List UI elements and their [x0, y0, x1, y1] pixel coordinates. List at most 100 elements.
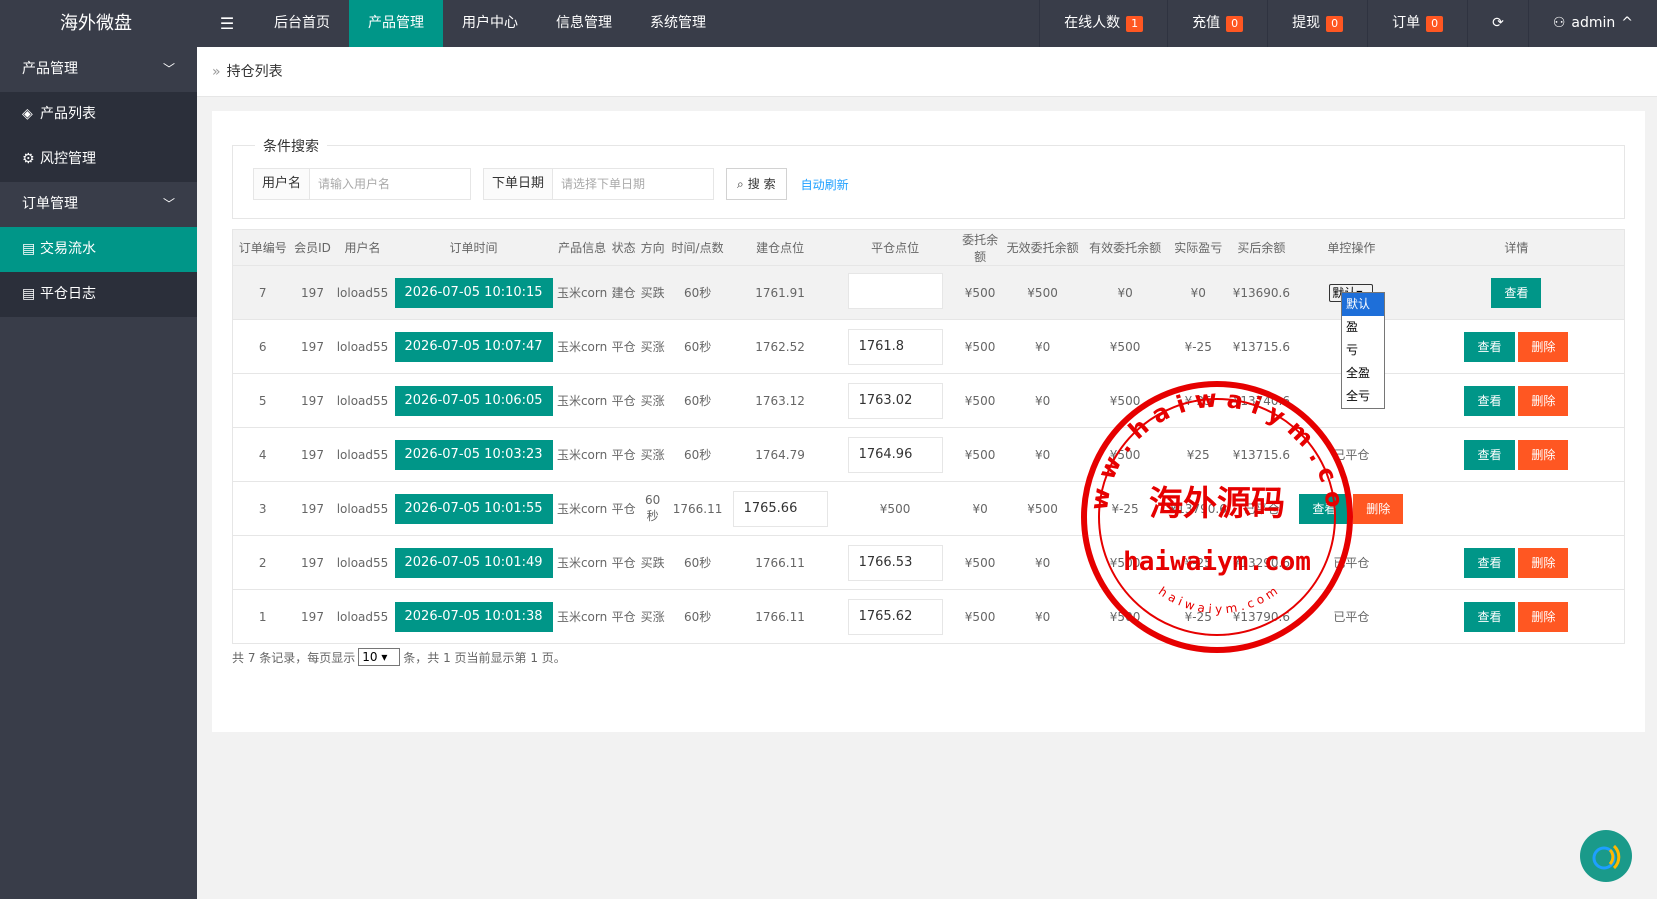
- username-input[interactable]: [310, 169, 471, 199]
- table-row: 5 197 loload55 2026-07-05 10:06:05 玉米cor…: [232, 373, 1625, 428]
- order-time-cell: 2026-07-05 10:06:05: [392, 373, 555, 428]
- entrust-balance: ¥500: [957, 535, 1003, 590]
- auto-refresh-link[interactable]: 自动刷新: [801, 176, 849, 193]
- view-button[interactable]: 查看: [1464, 439, 1515, 470]
- table-header-row: 订单编号 会员ID 用户名 订单时间 产品信息 状态 方向 时间/点数 建仓点位…: [232, 229, 1625, 266]
- dropdown-option[interactable]: 默认: [1342, 293, 1384, 316]
- col-header: 实际盈亏: [1167, 229, 1229, 266]
- close-price-cell: 1763.02: [832, 373, 958, 428]
- order-time-badge: 2026-07-05 10:10:15: [394, 277, 553, 308]
- table-row: 2 197 loload55 2026-07-05 10:01:49 玉米cor…: [232, 535, 1625, 590]
- member-id: 197: [292, 535, 333, 590]
- user-menu[interactable]: ⚇ admin ^: [1527, 0, 1657, 47]
- close-price-cell: [832, 265, 958, 320]
- sidebar-item-risk-control[interactable]: ⚙ 风控管理: [0, 137, 197, 182]
- withdraw-label: 提现: [1292, 15, 1321, 31]
- view-button[interactable]: 查看: [1464, 331, 1515, 362]
- sidebar-item-close-log[interactable]: ▤ 平仓日志: [0, 272, 197, 317]
- sidebar-item-trade-flow[interactable]: ▤ 交易流水: [0, 227, 197, 272]
- control-cell: 已平仓: [1293, 589, 1409, 644]
- main-card: 条件搜索 用户名 下单日期 ⌕ 搜 索 自动刷新 订单编号 会员ID 用户名 订…: [212, 111, 1645, 732]
- col-header: 产品信息: [554, 229, 610, 266]
- order-link[interactable]: 订单 0: [1367, 0, 1467, 47]
- detail-cell: 查看 删除: [1408, 427, 1625, 482]
- product-info: 玉米corn: [554, 481, 610, 536]
- top-nav-item-system[interactable]: 系统管理: [631, 0, 725, 47]
- view-button[interactable]: 查看: [1464, 385, 1515, 416]
- order-date-input[interactable]: [553, 169, 714, 199]
- close-price-input[interactable]: [847, 273, 943, 309]
- view-button[interactable]: 查看: [1299, 493, 1350, 524]
- actual-pnl: ¥-25: [1167, 373, 1229, 428]
- close-price-input[interactable]: 1761.8: [847, 328, 943, 365]
- refresh-icon[interactable]: ⟳: [1467, 0, 1528, 47]
- top-nav-item-info[interactable]: 信息管理: [537, 0, 631, 47]
- table-row: 6 197 loload55 2026-07-05 10:07:47 玉米cor…: [232, 319, 1625, 374]
- col-header: 用户名: [332, 229, 393, 266]
- dropdown-option[interactable]: 全盈: [1342, 362, 1384, 385]
- entrust-balance: ¥500: [957, 319, 1003, 374]
- sidebar-group-label: 产品管理: [22, 61, 78, 77]
- col-header: 有效委托余额: [1082, 229, 1168, 266]
- page-size-select[interactable]: 10 ▾: [358, 648, 401, 666]
- detail-cell: 查看 删除: [1408, 589, 1625, 644]
- col-header: 方向: [637, 229, 668, 266]
- direction: 买涨: [637, 373, 668, 428]
- col-header: 无效委托余额: [1002, 229, 1083, 266]
- open-price: 1761.91: [727, 265, 833, 320]
- close-price-input[interactable]: 1765.66: [732, 490, 828, 527]
- floating-chat-button[interactable]: [1580, 830, 1632, 882]
- order-id: 4: [232, 427, 293, 482]
- sidebar-item-product-list[interactable]: ◈ 产品列表: [0, 92, 197, 137]
- entrust-balance: ¥500: [957, 427, 1003, 482]
- menu-toggle-icon[interactable]: ☰: [197, 0, 257, 47]
- delete-button[interactable]: 删除: [1518, 601, 1569, 632]
- col-header: 单控操作: [1293, 229, 1409, 266]
- dropdown-option[interactable]: 亏: [1342, 339, 1384, 362]
- recharge-label: 充值: [1192, 15, 1221, 31]
- orders-table: 订单编号 会员ID 用户名 订单时间 产品信息 状态 方向 时间/点数 建仓点位…: [232, 229, 1625, 644]
- table-row: 1 197 loload55 2026-07-05 10:01:38 玉米cor…: [232, 589, 1625, 644]
- layers-icon: ◈: [22, 106, 33, 122]
- online-users-link[interactable]: 在线人数 1: [1039, 0, 1167, 47]
- gear-icon: ⚙: [22, 151, 35, 167]
- top-nav-item-products[interactable]: 产品管理: [349, 0, 443, 47]
- delete-button[interactable]: 删除: [1518, 439, 1569, 470]
- after-balance: ¥13740.6: [1228, 373, 1294, 428]
- col-header: 会员ID: [292, 229, 333, 266]
- close-price-input[interactable]: 1765.62: [847, 598, 943, 635]
- search-button[interactable]: ⌕ 搜 索: [726, 168, 787, 200]
- sidebar-group-products[interactable]: 产品管理 ﹀: [0, 47, 197, 92]
- delete-button[interactable]: 删除: [1518, 385, 1569, 416]
- dropdown-option[interactable]: 全亏: [1342, 385, 1384, 408]
- view-button[interactable]: 查看: [1464, 601, 1515, 632]
- sidebar-group-orders[interactable]: 订单管理 ﹀: [0, 182, 197, 227]
- view-button[interactable]: 查看: [1491, 277, 1542, 308]
- withdraw-link[interactable]: 提现 0: [1267, 0, 1367, 47]
- username-label: 用户名: [254, 169, 311, 199]
- recharge-link[interactable]: 充值 0: [1167, 0, 1267, 47]
- user-name: admin: [1571, 15, 1616, 31]
- valid-balance: ¥500: [1082, 589, 1168, 644]
- close-price-input[interactable]: 1764.96: [847, 436, 943, 473]
- period: 60秒: [667, 265, 728, 320]
- view-button[interactable]: 查看: [1464, 547, 1515, 578]
- delete-button[interactable]: 删除: [1518, 547, 1569, 578]
- member-id: 197: [292, 373, 333, 428]
- withdraw-badge: 0: [1326, 15, 1344, 32]
- order-badge: 0: [1426, 15, 1444, 32]
- entrust-balance: ¥500: [957, 373, 1003, 428]
- close-price-input[interactable]: 1763.02: [847, 382, 943, 419]
- delete-button[interactable]: 删除: [1518, 331, 1569, 362]
- search-row: 用户名 下单日期 ⌕ 搜 索 自动刷新: [253, 168, 849, 200]
- dropdown-option[interactable]: 盈: [1342, 316, 1384, 339]
- delete-button[interactable]: 删除: [1353, 493, 1404, 524]
- breadcrumb-label[interactable]: 持仓列表: [227, 64, 283, 80]
- order-id: 3: [232, 481, 293, 536]
- open-price: 1766.11: [727, 535, 833, 590]
- period: 60秒: [667, 427, 728, 482]
- top-nav-item-users[interactable]: 用户中心: [443, 0, 537, 47]
- top-nav-item-home[interactable]: 后台首页: [255, 0, 349, 47]
- close-price-input[interactable]: 1766.53: [847, 544, 943, 581]
- period: 60秒: [667, 589, 728, 644]
